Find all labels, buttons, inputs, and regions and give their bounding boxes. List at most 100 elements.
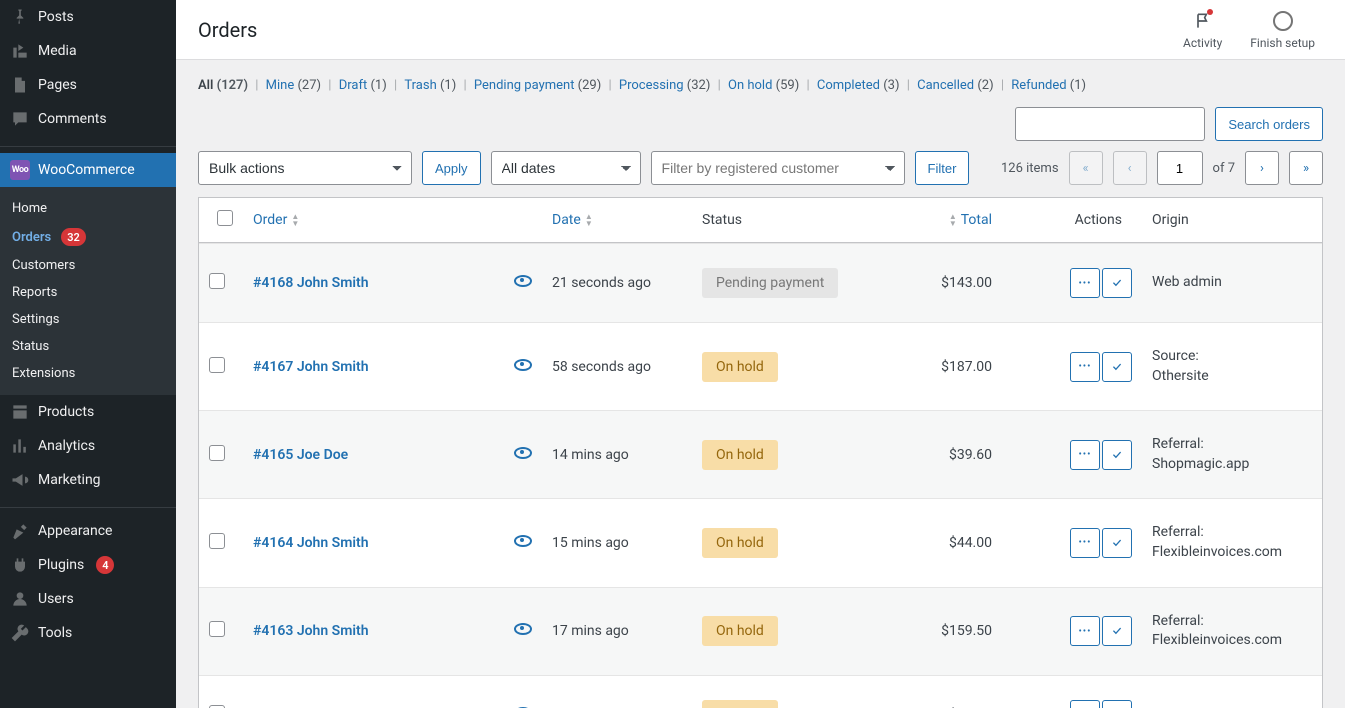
status-filter-on-hold[interactable]: On hold (59) xyxy=(728,78,799,93)
date-filter-select[interactable]: All dates xyxy=(491,151,641,185)
preview-icon[interactable] xyxy=(514,623,532,635)
select-all-checkbox[interactable] xyxy=(217,210,233,226)
bulk-actions-select[interactable]: Bulk actions xyxy=(198,151,412,185)
date-column-header[interactable]: Date xyxy=(542,198,692,243)
sidebar-item-users[interactable]: Users xyxy=(0,582,176,616)
sidebar-item-label: Users xyxy=(38,591,74,607)
finish-setup-button[interactable]: Finish setup xyxy=(1250,10,1315,50)
status-filter-processing[interactable]: Processing (32) xyxy=(619,78,710,93)
sidebar-item-plugins[interactable]: Plugins 4 xyxy=(0,548,176,582)
submenu-orders[interactable]: Orders 32 xyxy=(0,222,176,252)
complete-order-button[interactable] xyxy=(1102,440,1132,470)
submenu-extensions[interactable]: Extensions xyxy=(0,360,176,387)
order-actions-button[interactable] xyxy=(1070,268,1100,298)
status-filter-pending-payment[interactable]: Pending payment (29) xyxy=(474,78,601,93)
submenu-customers[interactable]: Customers xyxy=(0,252,176,279)
select-all-header xyxy=(199,198,243,243)
order-actions-button[interactable] xyxy=(1070,528,1100,558)
preview-icon[interactable] xyxy=(514,447,532,459)
complete-order-button[interactable] xyxy=(1102,528,1132,558)
preview-icon[interactable] xyxy=(514,359,532,371)
customer-filter-select[interactable]: Filter by registered customer xyxy=(651,151,905,185)
order-link[interactable]: #4168 John Smith xyxy=(253,275,369,291)
first-page-button[interactable]: « xyxy=(1069,151,1103,185)
order-actions-button[interactable] xyxy=(1070,440,1100,470)
order-date: 15 mins ago xyxy=(542,498,692,586)
status-filter-draft[interactable]: Draft (1) xyxy=(339,78,387,93)
complete-order-button[interactable] xyxy=(1102,268,1132,298)
order-actions-button[interactable] xyxy=(1070,616,1100,646)
row-checkbox[interactable] xyxy=(209,621,225,637)
order-link[interactable]: #4167 John Smith xyxy=(253,359,369,375)
complete-order-button[interactable] xyxy=(1102,352,1132,382)
sidebar-item-appearance[interactable]: Appearance xyxy=(0,514,176,548)
status-filter-completed[interactable]: Completed (3) xyxy=(817,78,900,93)
sidebar-item-label: Marketing xyxy=(38,472,101,488)
status-badge: On hold xyxy=(702,352,778,382)
sidebar-item-pages[interactable]: Pages xyxy=(0,68,176,102)
status-filter-mine[interactable]: Mine (27) xyxy=(266,78,321,93)
sidebar-item-label: Analytics xyxy=(38,438,95,454)
status-filter-count: (1) xyxy=(370,78,386,93)
next-page-button[interactable]: › xyxy=(1245,151,1279,185)
order-link[interactable]: #4163 John Smith xyxy=(253,623,369,639)
complete-order-button[interactable] xyxy=(1102,700,1132,708)
total-column-header[interactable]: Total xyxy=(892,198,1002,243)
sidebar-item-comments[interactable]: Comments xyxy=(0,102,176,136)
status-filter-links: All (127) | Mine (27) | Draft (1) | Tras… xyxy=(198,74,1323,107)
status-filter-cancelled[interactable]: Cancelled (2) xyxy=(917,78,993,93)
sidebar-item-tools[interactable]: Tools xyxy=(0,616,176,650)
submenu-reports[interactable]: Reports xyxy=(0,279,176,306)
order-link[interactable]: #4165 Joe Doe xyxy=(253,447,348,463)
order-column-header[interactable]: Order xyxy=(243,198,504,243)
order-total: $39.60 xyxy=(892,410,1002,498)
order-link[interactable]: #4164 John Smith xyxy=(253,535,369,551)
sidebar-item-woocommerce[interactable]: Woo WooCommerce xyxy=(0,153,176,187)
admin-sidebar: Posts Media Pages Comments Woo WooCommer… xyxy=(0,0,176,708)
sidebar-item-analytics[interactable]: Analytics xyxy=(0,429,176,463)
origin-source: Shopmagic.app xyxy=(1152,456,1249,472)
status-badge: On hold xyxy=(702,528,778,558)
row-checkbox[interactable] xyxy=(209,533,225,549)
status-filter-trash[interactable]: Trash (1) xyxy=(404,78,456,93)
submenu-settings[interactable]: Settings xyxy=(0,306,176,333)
complete-order-button[interactable] xyxy=(1102,616,1132,646)
divider: | xyxy=(605,78,615,93)
submenu-status[interactable]: Status xyxy=(0,333,176,360)
prev-page-button[interactable]: ‹ xyxy=(1113,151,1147,185)
table-row: #4163 John Smith17 mins agoOn hold$159.5… xyxy=(199,587,1322,675)
row-checkbox[interactable] xyxy=(209,357,225,373)
origin-source: Othersite xyxy=(1152,368,1209,384)
status-filter-refunded[interactable]: Refunded (1) xyxy=(1011,78,1086,93)
table-row: #4153 John SmithJun 12, 2024On hold$22.0… xyxy=(199,675,1322,708)
status-filter-all[interactable]: All (127) xyxy=(198,78,248,93)
sidebar-item-posts[interactable]: Posts xyxy=(0,0,176,34)
apply-button[interactable]: Apply xyxy=(422,151,481,185)
sidebar-item-marketing[interactable]: Marketing xyxy=(0,463,176,497)
current-page-input[interactable] xyxy=(1157,151,1203,185)
search-orders-button[interactable]: Search orders xyxy=(1215,107,1323,141)
sort-icon xyxy=(585,213,593,227)
pages-icon xyxy=(10,75,30,95)
sidebar-item-media[interactable]: Media xyxy=(0,34,176,68)
sidebar-separator xyxy=(0,503,176,508)
preview-icon[interactable] xyxy=(514,535,532,547)
order-date: 21 seconds ago xyxy=(542,243,692,322)
row-checkbox[interactable] xyxy=(209,273,225,289)
row-checkbox[interactable] xyxy=(209,445,225,461)
preview-icon[interactable] xyxy=(514,275,532,287)
woo-icon: Woo xyxy=(10,160,30,180)
filter-button[interactable]: Filter xyxy=(915,151,970,185)
progress-circle-icon xyxy=(1272,10,1294,32)
status-filter-count: (3) xyxy=(883,78,899,93)
status-filter-count: (32) xyxy=(687,78,711,93)
search-orders-input[interactable] xyxy=(1015,107,1205,141)
order-actions-button[interactable] xyxy=(1070,700,1100,708)
submenu-home[interactable]: Home xyxy=(0,195,176,222)
last-page-button[interactable]: » xyxy=(1289,151,1323,185)
sidebar-item-products[interactable]: Products xyxy=(0,395,176,429)
order-actions-button[interactable] xyxy=(1070,352,1100,382)
sidebar-item-label: Posts xyxy=(38,9,74,25)
order-total: $187.00 xyxy=(892,322,1002,410)
activity-button[interactable]: Activity xyxy=(1183,10,1222,50)
